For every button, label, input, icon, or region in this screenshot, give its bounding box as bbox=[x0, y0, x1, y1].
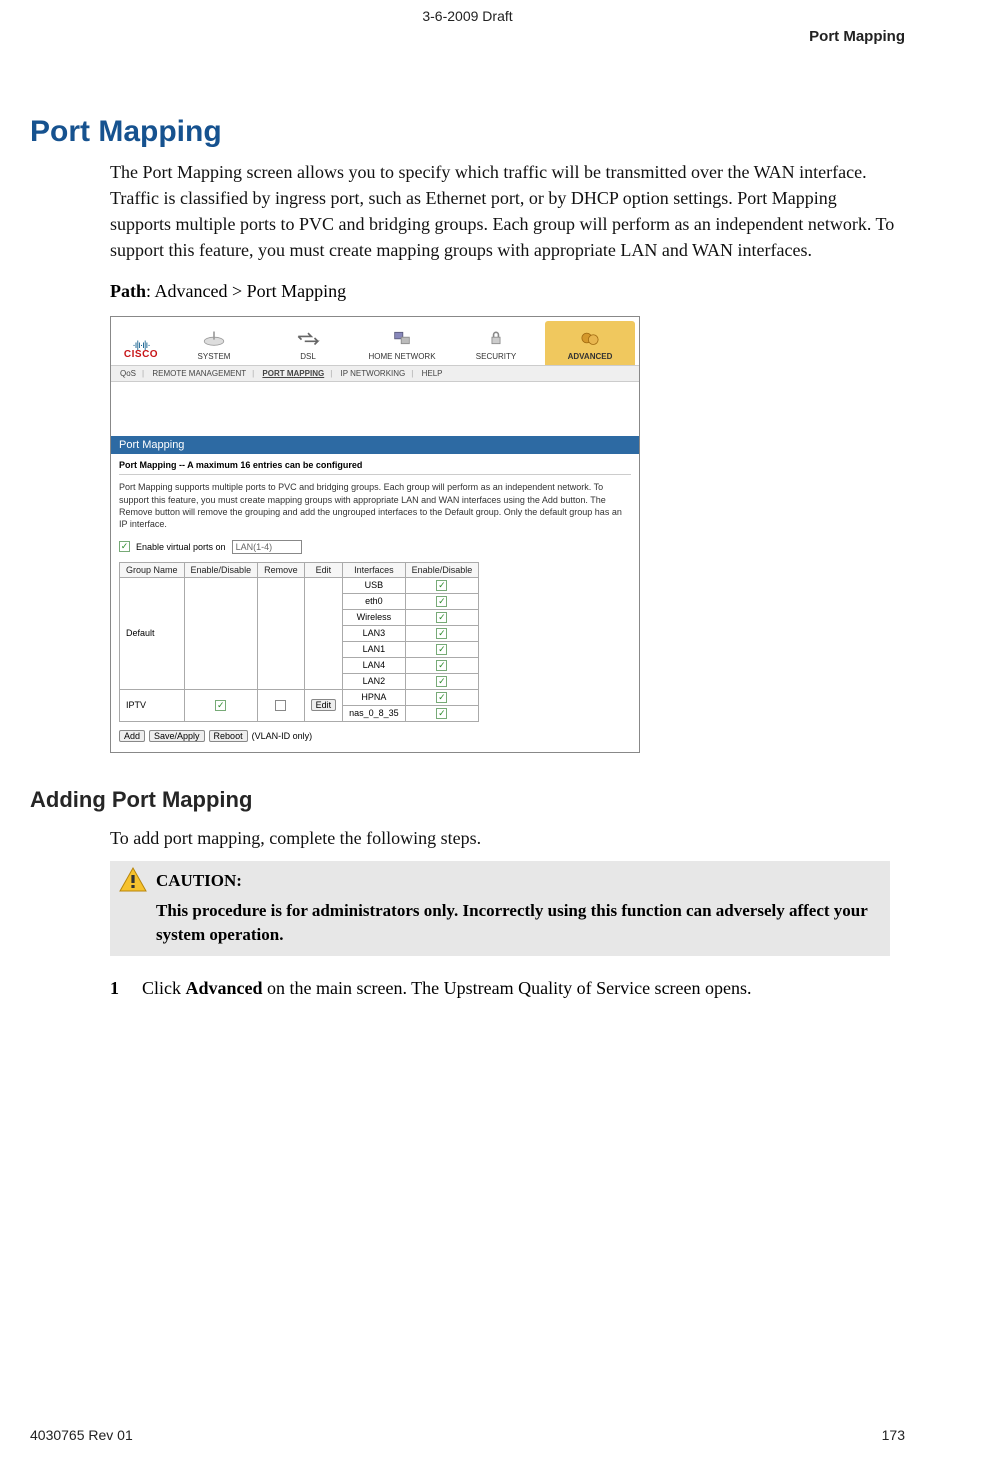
caution-box: CAUTION: This procedure is for administr… bbox=[110, 861, 890, 956]
buttons-note: (VLAN-ID only) bbox=[252, 731, 313, 741]
subtab-remote[interactable]: REMOTE MANAGEMENT bbox=[149, 369, 249, 378]
lan-select[interactable]: LAN(1-4) bbox=[232, 540, 302, 554]
step-number: 1 bbox=[110, 978, 122, 999]
nav-system[interactable]: SYSTEM bbox=[169, 324, 259, 365]
group-iptv: IPTV bbox=[120, 689, 185, 721]
footer-doc-id: 4030765 Rev 01 bbox=[30, 1427, 133, 1443]
footer-page-num: 173 bbox=[882, 1427, 905, 1443]
nav-homenet[interactable]: HOME NETWORK bbox=[357, 324, 447, 365]
iface-enable-checkbox[interactable]: ✓ bbox=[436, 628, 447, 639]
port-mapping-table: Group Name Enable/Disable Remove Edit In… bbox=[119, 562, 479, 722]
caution-icon bbox=[119, 867, 147, 893]
page-title: Port Mapping bbox=[30, 115, 905, 149]
panel-title: Port Mapping bbox=[111, 436, 639, 454]
step-1: 1 Click Advanced on the main screen. The… bbox=[110, 978, 900, 999]
save-apply-button[interactable]: Save/Apply bbox=[149, 730, 205, 742]
reboot-button[interactable]: Reboot bbox=[209, 730, 248, 742]
subtab-qos[interactable]: QoS bbox=[117, 369, 139, 378]
caution-label: CAUTION: bbox=[156, 869, 878, 893]
path-label: Path bbox=[110, 281, 146, 301]
step-text: Click Advanced on the main screen. The U… bbox=[142, 978, 752, 999]
edit-button[interactable]: Edit bbox=[311, 699, 337, 711]
gui-screenshot: ·ı|ı·ı|ı· CISCO SYSTEM DSL HOME NETWORK … bbox=[110, 316, 640, 753]
enable-virtual-label: Enable virtual ports on bbox=[136, 542, 226, 552]
group-enable-checkbox[interactable]: ✓ bbox=[215, 700, 226, 711]
iface-enable-checkbox[interactable]: ✓ bbox=[436, 612, 447, 623]
iface-enable-checkbox[interactable]: ✓ bbox=[436, 708, 447, 719]
group-default: Default bbox=[120, 577, 185, 689]
iface-enable-checkbox[interactable]: ✓ bbox=[436, 692, 447, 703]
iface-enable-checkbox[interactable]: ✓ bbox=[436, 644, 447, 655]
subtab-ipnet[interactable]: IP NETWORKING bbox=[338, 369, 409, 378]
intro-paragraph: The Port Mapping screen allows you to sp… bbox=[110, 159, 900, 263]
nav-dsl[interactable]: DSL bbox=[263, 324, 353, 365]
path-value: : Advanced > Port Mapping bbox=[146, 281, 346, 301]
iface-enable-checkbox[interactable]: ✓ bbox=[436, 596, 447, 607]
panel-description: Port Mapping supports multiple ports to … bbox=[119, 481, 631, 530]
iface-enable-checkbox[interactable]: ✓ bbox=[436, 676, 447, 687]
nav-security[interactable]: SECURITY bbox=[451, 324, 541, 365]
nav-advanced[interactable]: ADVANCED bbox=[545, 321, 635, 365]
subtab-help[interactable]: HELP bbox=[419, 369, 446, 378]
iface-enable-checkbox[interactable]: ✓ bbox=[436, 660, 447, 671]
path-line: Path: Advanced > Port Mapping bbox=[110, 281, 905, 302]
caution-body: This procedure is for administrators onl… bbox=[156, 899, 878, 947]
group-remove-checkbox[interactable]: ✓ bbox=[275, 700, 286, 711]
panel-subtitle: Port Mapping -- A maximum 16 entries can… bbox=[119, 460, 631, 475]
section-adding-title: Adding Port Mapping bbox=[30, 787, 905, 813]
cisco-logo: ·ı|ı·ı|ı· CISCO bbox=[117, 337, 165, 365]
subtab-portmap[interactable]: PORT MAPPING bbox=[259, 369, 327, 378]
enable-virtual-checkbox[interactable]: ✓ bbox=[119, 541, 130, 552]
iface-enable-checkbox[interactable]: ✓ bbox=[436, 580, 447, 591]
section-lead: To add port mapping, complete the follow… bbox=[110, 825, 900, 851]
add-button[interactable]: Add bbox=[119, 730, 145, 742]
draft-header: 3-6-2009 Draft bbox=[30, 8, 905, 24]
sub-tab-bar: QoS| REMOTE MANAGEMENT| PORT MAPPING| IP… bbox=[111, 365, 639, 382]
running-header: Port Mapping bbox=[30, 28, 905, 45]
